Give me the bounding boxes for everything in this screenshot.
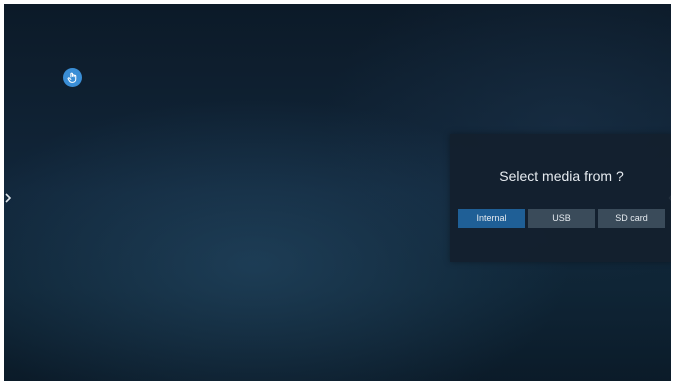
hand-pointer-button[interactable] — [63, 68, 82, 87]
hand-pointer-icon — [67, 72, 77, 83]
usb-option-button[interactable]: USB — [528, 209, 595, 228]
sd-card-option-button[interactable]: SD card — [598, 209, 665, 228]
dialog-title: Select media from ? — [499, 168, 624, 184]
screen: Select media from ? Internal USB SD card — [4, 4, 671, 381]
internal-option-button[interactable]: Internal — [458, 209, 525, 228]
chevron-right-icon — [5, 193, 12, 203]
select-media-dialog: Select media from ? Internal USB SD card — [450, 134, 671, 262]
left-edge-arrow[interactable] — [4, 191, 12, 203]
